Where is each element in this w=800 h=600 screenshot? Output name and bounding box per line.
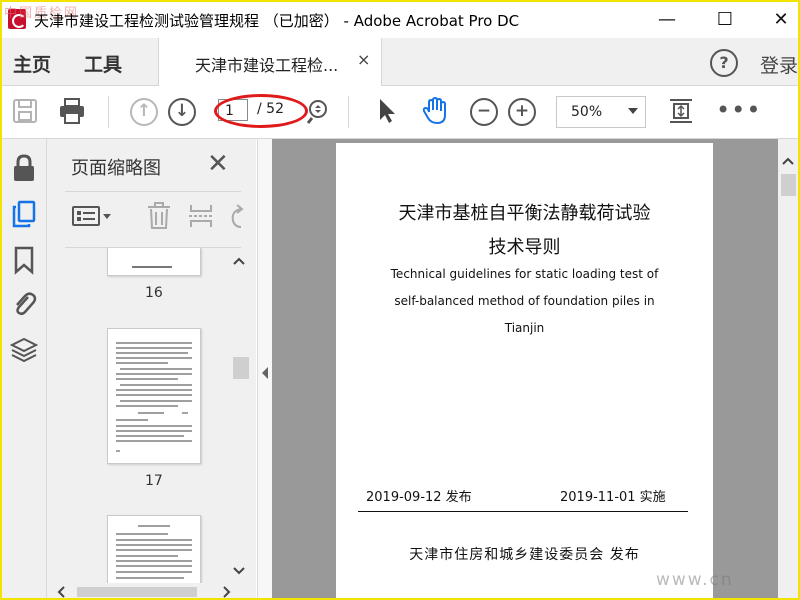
toolbar: ↑ ↓ 1 / 52 − + 50% ••• (2, 86, 798, 139)
doc-title-line1: 天津市基桩自平衡法静载荷试验 (398, 203, 651, 224)
zoom-in-icon[interactable]: + (508, 98, 536, 126)
save-icon[interactable] (10, 96, 40, 126)
pages-icon[interactable] (10, 199, 38, 229)
panel-scrollbar[interactable] (230, 251, 248, 583)
search-icon[interactable] (304, 96, 334, 126)
thumbnail-label: 17 (145, 473, 163, 489)
panel-scroll-thumb[interactable] (233, 357, 249, 379)
document-viewer[interactable]: 天津市基桩自平衡法静载荷试验 技术导则 Technical guidelines… (272, 139, 778, 598)
window-title: 天津市建设工程检测试验管理规程 （已加密） - Adobe Acrobat Pr… (34, 12, 520, 30)
tab-close-button[interactable]: × (357, 50, 370, 69)
tab-bar: 主页 工具 天津市建设工程检... × ? 登录 (2, 38, 798, 86)
chevron-left-icon[interactable] (57, 586, 65, 598)
layers-icon[interactable] (10, 335, 38, 365)
lock-icon[interactable] (10, 153, 38, 183)
insert-icon[interactable] (187, 201, 215, 231)
doc-publish-date: 2019-09-12 发布 (366, 490, 472, 505)
hand-icon[interactable] (420, 96, 450, 126)
page-thumbnail[interactable] (107, 248, 201, 276)
tab-tools[interactable]: 工具 (84, 50, 122, 77)
doc-rule (358, 511, 688, 512)
page-thumbnail[interactable] (107, 328, 201, 464)
doc-english-line1: Technical guidelines for static loading … (390, 267, 659, 281)
thumbnail-options-icon[interactable] (71, 203, 115, 229)
up-arrow-icon[interactable]: ↑ (130, 98, 158, 126)
chevron-right-icon[interactable] (223, 586, 231, 598)
doc-effective-date: 2019-11-01 实施 (560, 490, 666, 505)
close-icon[interactable]: ✕ (207, 149, 229, 179)
doc-english-line3: Tianjin (504, 321, 545, 335)
app-window: 中国质检网 天津市建设工程检测试验管理规程 （已加密） - Adobe Acro… (0, 0, 800, 600)
doc-english-line2: self-balanced method of foundation piles… (394, 294, 655, 308)
chevron-up-icon[interactable] (782, 157, 794, 165)
thumbnails-panel: 页面缩略图 ✕ 16 17 (47, 139, 256, 598)
login-button[interactable]: 登录 (760, 51, 798, 78)
panel-title: 页面缩略图 (71, 158, 161, 179)
panel-collapse-handle[interactable] (257, 139, 272, 598)
pointer-icon[interactable] (372, 96, 402, 126)
chevron-down-icon[interactable] (628, 108, 638, 114)
trash-icon[interactable] (145, 201, 173, 231)
rotate-icon[interactable] (227, 203, 247, 231)
toolbar-separator (108, 96, 109, 128)
document-scrollbar[interactable] (778, 139, 798, 598)
doc-issuer: 天津市住房和城乡建设委员会 发布 (409, 547, 640, 563)
thumbnail-text-lines (116, 342, 192, 452)
tab-home[interactable]: 主页 (13, 50, 51, 77)
close-window-button[interactable]: ✕ (766, 8, 796, 32)
maximize-button[interactable]: ☐ (710, 8, 740, 32)
annotation-ellipse (214, 94, 308, 128)
panel-divider (65, 191, 241, 192)
title-bar: 中国质检网 天津市建设工程检测试验管理规程 （已加密） - Adobe Acro… (2, 2, 798, 38)
more-tools-button[interactable]: ••• (716, 96, 761, 124)
chevron-down-icon[interactable] (233, 567, 245, 575)
attachment-icon[interactable] (10, 289, 38, 319)
tab-document[interactable]: 天津市建设工程检... × (158, 38, 382, 86)
doc-title-line2: 技术导则 (488, 237, 561, 258)
thumbnail-label: 16 (145, 285, 163, 301)
document-scroll-thumb[interactable] (781, 174, 796, 196)
toolbar-separator (348, 96, 349, 128)
down-arrow-icon[interactable]: ↓ (168, 98, 196, 126)
chevron-up-icon[interactable] (233, 257, 245, 265)
minimize-button[interactable]: — (652, 8, 682, 32)
thumbnail-text-lines (116, 525, 192, 579)
panel-horizontal-scroll-thumb[interactable] (77, 587, 197, 597)
left-rail (2, 139, 47, 598)
print-icon[interactable] (57, 96, 87, 126)
bookmark-icon[interactable] (10, 245, 38, 275)
fit-page-icon[interactable] (666, 96, 696, 126)
zoom-out-icon[interactable]: − (470, 98, 498, 126)
watermark-bottom: www.cn (656, 570, 734, 590)
collapse-arrow-icon[interactable] (261, 367, 269, 379)
document-page: 天津市基桩自平衡法静载荷试验 技术导则 Technical guidelines… (336, 143, 713, 598)
tab-document-label: 天津市建设工程检... (195, 56, 339, 75)
help-icon[interactable]: ? (710, 49, 738, 77)
page-thumbnail[interactable] (107, 515, 201, 586)
